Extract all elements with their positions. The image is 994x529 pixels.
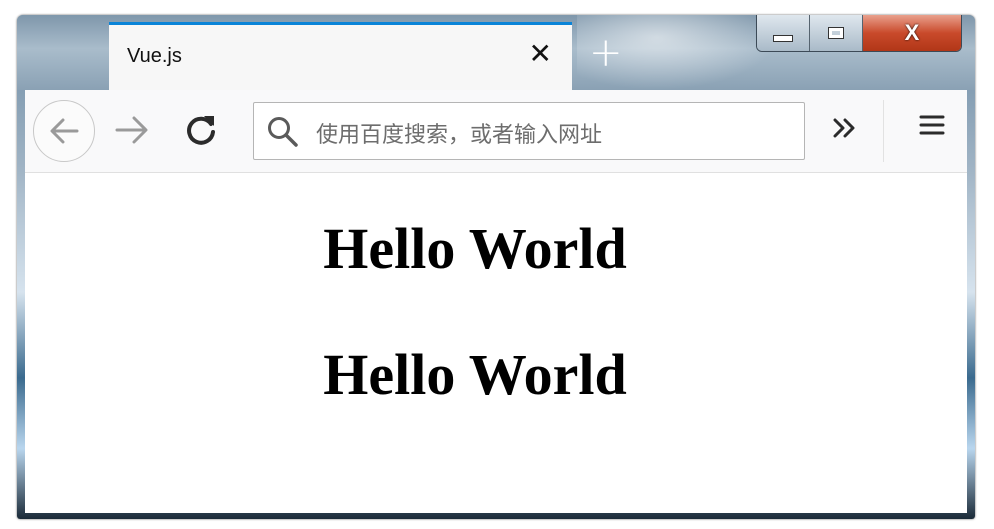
- close-window-icon: X: [904, 20, 920, 45]
- forward-button[interactable]: [113, 112, 151, 152]
- overflow-button[interactable]: [825, 108, 865, 148]
- close-window-button[interactable]: X: [863, 15, 961, 51]
- toolbar-separator: [883, 100, 884, 162]
- new-tab-plus-icon[interactable]: +: [589, 33, 623, 73]
- close-tab-icon[interactable]: ✕: [529, 39, 552, 69]
- hello-heading-1: Hello World: [323, 216, 627, 281]
- address-bar[interactable]: 使用百度搜索，或者输入网址: [253, 102, 805, 160]
- address-placeholder: 使用百度搜索，或者输入网址: [316, 123, 603, 148]
- tab-vuejs[interactable]: Vue.js ✕: [109, 22, 572, 90]
- hello-heading-2: Hello World: [323, 342, 627, 407]
- reload-button[interactable]: [183, 112, 219, 152]
- search-icon: [268, 117, 298, 147]
- minimize-button[interactable]: [757, 15, 810, 51]
- overflow-chevron-icon: [833, 118, 855, 138]
- forward-arrow-icon: [115, 116, 148, 144]
- title-bar: Vue.js ✕ + X: [17, 15, 975, 90]
- back-button[interactable]: [33, 100, 95, 162]
- maximize-button[interactable]: [810, 15, 863, 51]
- browser-window: Vue.js ✕ + X 使用百度搜索，或者输入网址 Hello World H…: [17, 15, 975, 519]
- page-content: Hello World Hello World: [25, 173, 967, 513]
- maximize-icon: [828, 27, 844, 39]
- window-controls: X: [756, 15, 962, 52]
- back-arrow-icon: [50, 118, 79, 144]
- tab-title: Vue.js: [127, 45, 182, 67]
- hamburger-menu-icon: [919, 115, 945, 135]
- minimize-icon: [773, 34, 793, 42]
- reload-icon: [187, 116, 215, 145]
- nav-toolbar: 使用百度搜索，或者输入网址: [25, 90, 967, 173]
- menu-button[interactable]: [917, 110, 947, 144]
